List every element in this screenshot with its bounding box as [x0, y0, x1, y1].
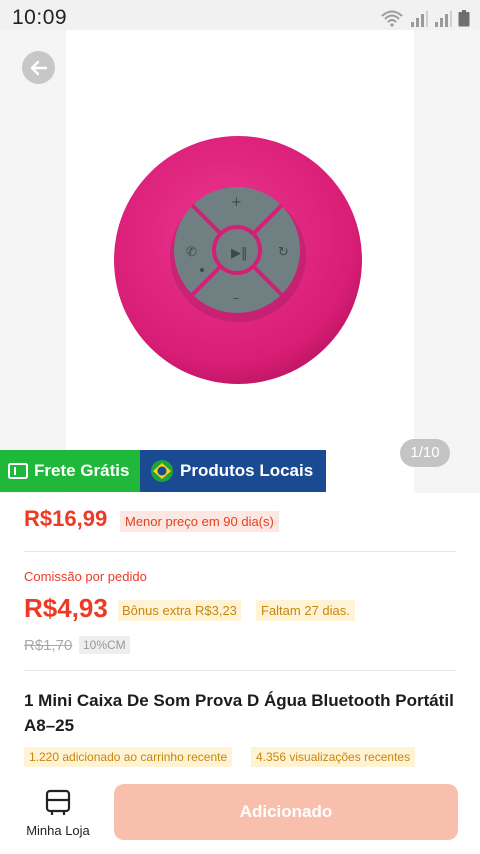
commission-value: R$4,93	[24, 593, 108, 623]
divider	[24, 670, 456, 671]
ticket-icon	[8, 463, 28, 479]
local-products-label: Produtos Locais	[180, 461, 314, 480]
cart-adds-tag: 1.220 adicionado ao carrinho recente	[24, 747, 233, 767]
free-shipping-label: Frete Grátis	[34, 461, 130, 480]
current-price: R$16,99	[24, 506, 108, 531]
my-store-label: Minha Loja	[26, 823, 90, 838]
brazil-flag-icon	[151, 460, 173, 482]
commission-rate-tag: 10%CM	[79, 636, 130, 654]
svg-text:–: –	[233, 291, 240, 306]
old-commission-value: R$1,70	[24, 637, 73, 654]
battery-icon	[458, 10, 470, 27]
gallery-background-right	[414, 30, 480, 493]
free-shipping-badge: Frete Grátis	[0, 450, 140, 492]
divider	[24, 551, 456, 552]
local-products-badge: Produtos Locais	[140, 450, 326, 492]
bonus-tag: Bônus extra R$3,23	[118, 600, 241, 621]
status-icons	[380, 9, 470, 27]
views-tag: 4.356 visualizações recentes	[251, 747, 416, 767]
wifi-icon	[381, 10, 403, 27]
signal-icon	[411, 11, 428, 27]
signal-icon	[435, 11, 452, 27]
product-gallery[interactable]: ▶‖ + – ✆ ↻ 1/10	[0, 30, 480, 493]
svg-text:↻: ↻	[278, 245, 289, 260]
my-store-button[interactable]: Minha Loja	[20, 789, 96, 841]
commission-label: Comissão por pedido	[24, 569, 147, 584]
back-button[interactable]	[22, 51, 55, 84]
days-left-tag: Faltam 27 dias.	[256, 600, 355, 621]
svg-text:+: +	[231, 195, 242, 210]
status-time: 10:09	[12, 6, 68, 29]
lowest-price-tag: Menor preço em 90 dia(s)	[120, 511, 279, 532]
svg-text:▶‖: ▶‖	[231, 246, 248, 261]
arrow-left-icon	[30, 60, 47, 75]
image-counter: 1/10	[400, 439, 450, 467]
svg-text:✆: ✆	[186, 245, 197, 260]
store-icon	[45, 789, 71, 815]
gallery-background-left	[0, 30, 66, 493]
speaker-product-image: ▶‖ + – ✆ ↻	[114, 136, 362, 384]
added-to-cart-button[interactable]: Adicionado	[114, 784, 458, 840]
product-title: 1 Mini Caixa De Som Prova D Água Bluetoo…	[24, 691, 454, 735]
